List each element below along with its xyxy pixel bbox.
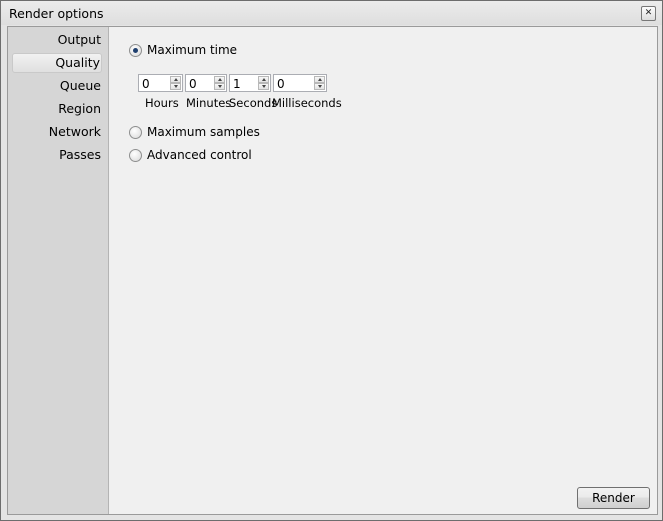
seconds-value[interactable]: 1 xyxy=(233,77,241,91)
advanced-control-label: Advanced control xyxy=(147,148,252,162)
advanced-control-radio[interactable] xyxy=(129,149,142,162)
sidebar-item-network[interactable]: Network xyxy=(12,123,102,141)
minutes-value[interactable]: 0 xyxy=(189,77,197,91)
maximum-time-label: Maximum time xyxy=(147,43,238,57)
sidebar-item-output[interactable]: Output xyxy=(12,31,102,49)
hours-value[interactable]: 0 xyxy=(142,77,150,91)
dialog-client-area: Output Quality Queue Region Network Pass… xyxy=(7,26,658,515)
render-button[interactable]: Render xyxy=(577,487,650,509)
spin-down-icon[interactable] xyxy=(170,83,181,90)
window-title: Render options xyxy=(9,6,104,21)
render-options-window: Render options ✕ Output Quality Queue Re… xyxy=(0,0,663,521)
hours-label: Hours xyxy=(145,96,179,110)
seconds-spinner[interactable]: 1 xyxy=(229,74,271,92)
minutes-spinner[interactable]: 0 xyxy=(185,74,227,92)
minutes-label: Minutes xyxy=(186,96,232,110)
hours-spinner[interactable]: 0 xyxy=(138,74,183,92)
milliseconds-label: Milliseconds xyxy=(272,96,342,110)
close-button[interactable]: ✕ xyxy=(641,6,656,21)
spin-down-icon[interactable] xyxy=(314,83,325,90)
spin-up-icon[interactable] xyxy=(314,76,325,83)
sidebar: Output Quality Queue Region Network Pass… xyxy=(8,27,109,514)
maximum-samples-label: Maximum samples xyxy=(147,125,260,139)
seconds-label: Seconds xyxy=(229,96,278,110)
close-icon: ✕ xyxy=(644,8,653,18)
spin-up-icon[interactable] xyxy=(258,76,269,83)
spin-up-icon[interactable] xyxy=(214,76,225,83)
maximum-time-radio[interactable] xyxy=(129,44,142,57)
milliseconds-value[interactable]: 0 xyxy=(277,77,285,91)
sidebar-item-queue[interactable]: Queue xyxy=(12,77,102,95)
sidebar-item-passes[interactable]: Passes xyxy=(12,146,102,164)
milliseconds-spinner[interactable]: 0 xyxy=(273,74,327,92)
spin-down-icon[interactable] xyxy=(214,83,225,90)
title-bar[interactable]: Render options ✕ xyxy=(1,1,662,25)
sidebar-item-quality[interactable]: Quality xyxy=(12,53,102,73)
sidebar-item-region[interactable]: Region xyxy=(12,100,102,118)
spin-down-icon[interactable] xyxy=(258,83,269,90)
spin-up-icon[interactable] xyxy=(170,76,181,83)
maximum-samples-radio[interactable] xyxy=(129,126,142,139)
